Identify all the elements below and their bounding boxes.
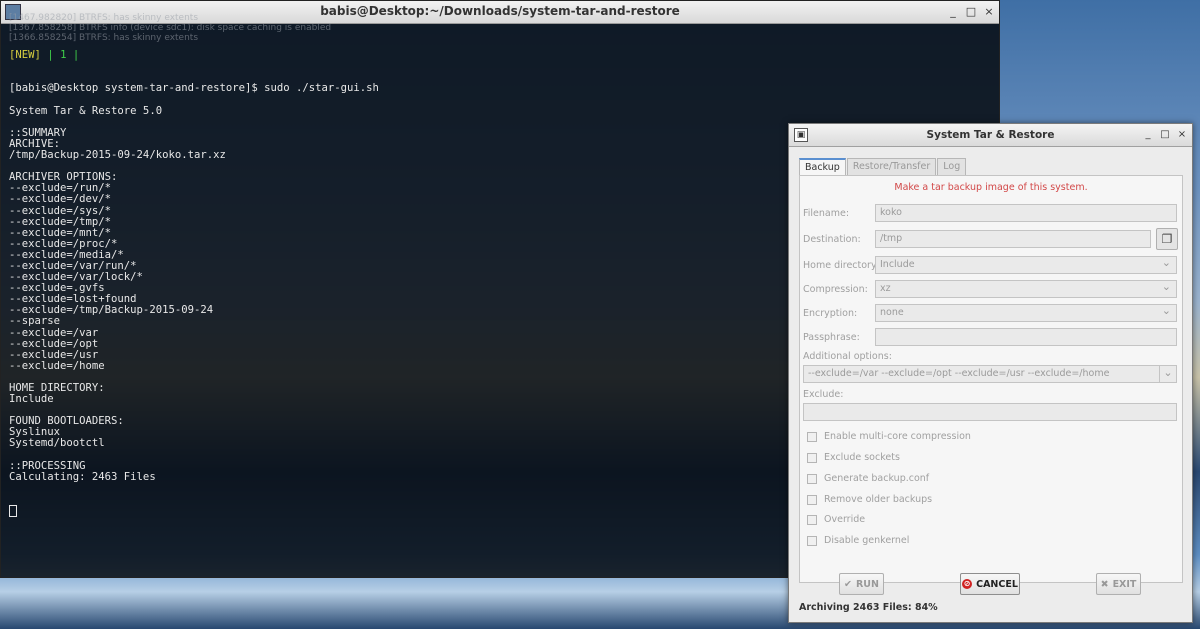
terminal-line: --exclude=/dev/* bbox=[9, 193, 112, 206]
tab-log[interactable]: Log bbox=[937, 158, 967, 176]
terminal-line: --sparse bbox=[9, 315, 61, 328]
star-dialog[interactable]: ▣ System Tar & Restore _ □ × Backup Rest… bbox=[788, 123, 1193, 623]
home-directory-label: Home directory: bbox=[803, 260, 880, 271]
close-icon: ✖ bbox=[1100, 578, 1109, 590]
terminal-line: [babis@Desktop system-tar-and-restore]$ … bbox=[9, 82, 379, 95]
additional-options-combo[interactable]: --exclude=/var --exclude=/opt --exclude=… bbox=[803, 365, 1177, 383]
additional-options-label: Additional options: bbox=[803, 351, 892, 362]
exclude-field[interactable] bbox=[803, 403, 1177, 421]
terminal-line: System Tar & Restore 5.0 bbox=[9, 104, 163, 117]
home-directory-select[interactable]: Include bbox=[875, 256, 1177, 274]
filename-label: Filename: bbox=[803, 208, 850, 219]
exit-button[interactable]: ✖ EXIT bbox=[1096, 573, 1141, 595]
terminal-lines: [babis@Desktop system-tar-and-restore]$ … bbox=[9, 83, 379, 482]
checkbox-box[interactable] bbox=[807, 431, 817, 442]
terminal-cursor bbox=[9, 505, 17, 518]
terminal-line: ::SUMMARY bbox=[9, 126, 67, 139]
terminal-line: /tmp/Backup-2015-09-24/koko.tar.xz bbox=[9, 149, 226, 162]
terminal-line: HOME DIRECTORY: bbox=[9, 382, 105, 394]
filename-field[interactable]: koko bbox=[875, 204, 1177, 222]
destination-label: Destination: bbox=[803, 234, 861, 245]
cancel-icon: ⊘ bbox=[962, 579, 973, 589]
passphrase-field[interactable] bbox=[875, 328, 1177, 346]
terminal-line: Systemd/bootctl bbox=[9, 437, 105, 450]
compression-select[interactable]: xz bbox=[875, 280, 1177, 298]
dialog-close-button[interactable]: × bbox=[1175, 128, 1189, 142]
destination-field[interactable]: /tmp bbox=[875, 230, 1151, 248]
terminal-line: --exclude=/home bbox=[9, 359, 105, 372]
backup-hint: Make a tar backup image of this system. bbox=[894, 182, 1088, 193]
terminal-output[interactable]: [NEW] | 1 | [babis@Desktop system-tar-an… bbox=[9, 28, 379, 539]
checkmark-icon: ✔ bbox=[844, 578, 852, 590]
browse-folder-button[interactable]: ❐ bbox=[1156, 228, 1178, 250]
checkbox-disable-genkernel[interactable]: Disable genkernel bbox=[807, 535, 909, 546]
terminal-line: --exclude=/sys/* bbox=[9, 204, 112, 217]
terminal-status-line: [NEW] | 1 | bbox=[9, 49, 80, 62]
terminal-maximize-button[interactable]: □ bbox=[963, 4, 979, 20]
compression-label: Compression: bbox=[803, 284, 868, 295]
cancel-button[interactable]: ⊘ CANCEL bbox=[960, 573, 1020, 595]
tab-restore-transfer[interactable]: Restore/Transfer bbox=[846, 158, 937, 176]
encryption-select[interactable]: none bbox=[875, 304, 1177, 322]
terminal-line: FOUND BOOTLOADERS: bbox=[9, 415, 124, 428]
dialog-maximize-button[interactable]: □ bbox=[1158, 128, 1172, 142]
tab-backup[interactable]: Backup bbox=[799, 158, 846, 176]
terminal-line: --exclude=/tmp/Backup-2015-09-24 bbox=[9, 304, 214, 317]
dialog-minimize-button[interactable]: _ bbox=[1141, 128, 1155, 142]
checkbox-generate-conf[interactable]: Generate backup.conf bbox=[807, 473, 929, 484]
terminal-minimize-button[interactable]: _ bbox=[945, 4, 961, 20]
dialog-title: System Tar & Restore bbox=[926, 129, 1055, 141]
checkbox-box[interactable] bbox=[807, 494, 817, 505]
exclude-label: Exclude: bbox=[803, 389, 844, 400]
checkbox-override[interactable]: Override bbox=[807, 514, 865, 525]
backup-panel: Make a tar backup image of this system. … bbox=[799, 175, 1183, 583]
checkbox-remove-older[interactable]: Remove older backups bbox=[807, 494, 932, 505]
checkbox-box[interactable] bbox=[807, 535, 817, 546]
chevron-down-icon[interactable]: ⌄ bbox=[1159, 366, 1176, 382]
passphrase-label: Passphrase: bbox=[803, 332, 860, 343]
checkbox-box[interactable] bbox=[807, 514, 817, 525]
checkbox-multi-core[interactable]: Enable multi-core compression bbox=[807, 431, 971, 442]
progress-status: Archiving 2463 Files: 84% bbox=[799, 602, 938, 613]
terminal-close-button[interactable]: × bbox=[981, 4, 997, 20]
terminal-line: Calculating: 2463 Files bbox=[9, 470, 156, 483]
folder-icon: ❐ bbox=[1161, 232, 1173, 246]
additional-options-value: --exclude=/var --exclude=/opt --exclude=… bbox=[808, 368, 1110, 379]
terminal-line: Include bbox=[9, 393, 54, 406]
run-button[interactable]: ✔ RUN bbox=[839, 573, 884, 595]
checkbox-exclude-sockets[interactable]: Exclude sockets bbox=[807, 452, 900, 463]
encryption-label: Encryption: bbox=[803, 308, 858, 319]
dialog-titlebar[interactable]: ▣ System Tar & Restore _ □ × bbox=[789, 124, 1192, 147]
terminal-line: --exclude=/var bbox=[9, 326, 99, 339]
checkbox-box[interactable] bbox=[807, 473, 817, 484]
checkbox-box[interactable] bbox=[807, 452, 817, 463]
tab-bar: Backup Restore/Transfer Log bbox=[799, 158, 967, 176]
